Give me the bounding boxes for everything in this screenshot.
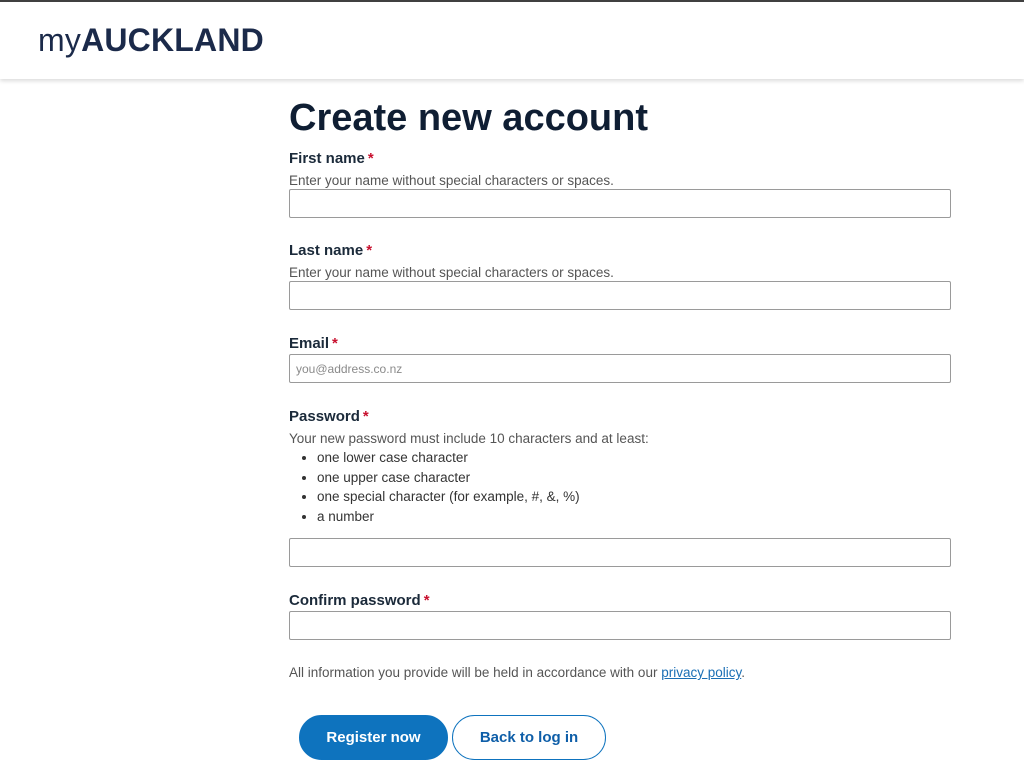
register-now-button[interactable]: Register now <box>299 715 448 760</box>
confirm-password-label: Confirm password * <box>289 592 430 610</box>
privacy-notice: All information you provide will be held… <box>289 664 745 681</box>
page-title: Create new account <box>289 97 648 139</box>
back-to-log-in-button[interactable]: Back to log in <box>452 715 606 760</box>
logo-name: AUCKLAND <box>81 22 264 58</box>
last-name-input[interactable] <box>289 281 951 310</box>
required-marker: * <box>367 150 374 167</box>
confirm-password-input[interactable] <box>289 611 951 640</box>
password-rule-item: one lower case character <box>317 448 580 468</box>
first-name-input[interactable] <box>289 189 951 218</box>
password-hint: Your new password must include 10 charac… <box>289 431 649 446</box>
required-marker: * <box>362 408 369 425</box>
last-name-hint: Enter your name without special characte… <box>289 265 614 280</box>
myauckland-logo[interactable]: myAUCKLAND <box>38 20 264 60</box>
logo-prefix: my <box>38 22 82 58</box>
confirm-password-label-text: Confirm password <box>289 592 421 609</box>
password-label: Password * <box>289 408 369 426</box>
first-name-label-text: First name <box>289 150 365 167</box>
privacy-text: All information you provide will be held… <box>289 665 658 680</box>
password-rule-item: one special character (for example, #, &… <box>317 487 580 507</box>
required-marker: * <box>423 592 430 609</box>
password-label-text: Password <box>289 408 360 425</box>
password-rule-item: a number <box>317 507 580 527</box>
required-marker: * <box>366 242 373 259</box>
email-label-text: Email <box>289 335 330 352</box>
last-name-label-text: Last name <box>289 242 364 259</box>
password-rule-item: one upper case character <box>317 468 580 488</box>
password-rules-list: one lower case character one upper case … <box>289 448 580 526</box>
first-name-label: First name * <box>289 150 374 168</box>
password-input[interactable] <box>289 538 951 567</box>
required-marker: * <box>332 335 338 352</box>
registration-form: Create new account First name * Enter you… <box>289 94 951 760</box>
site-header: myAUCKLAND <box>0 0 1024 79</box>
privacy-policy-link[interactable]: privacy policy <box>661 665 741 680</box>
last-name-label: Last name * <box>289 242 372 260</box>
email-label: Email * <box>289 335 338 353</box>
first-name-hint: Enter your name without special characte… <box>289 173 614 188</box>
email-input[interactable] <box>289 354 951 383</box>
privacy-end: . <box>741 665 746 680</box>
